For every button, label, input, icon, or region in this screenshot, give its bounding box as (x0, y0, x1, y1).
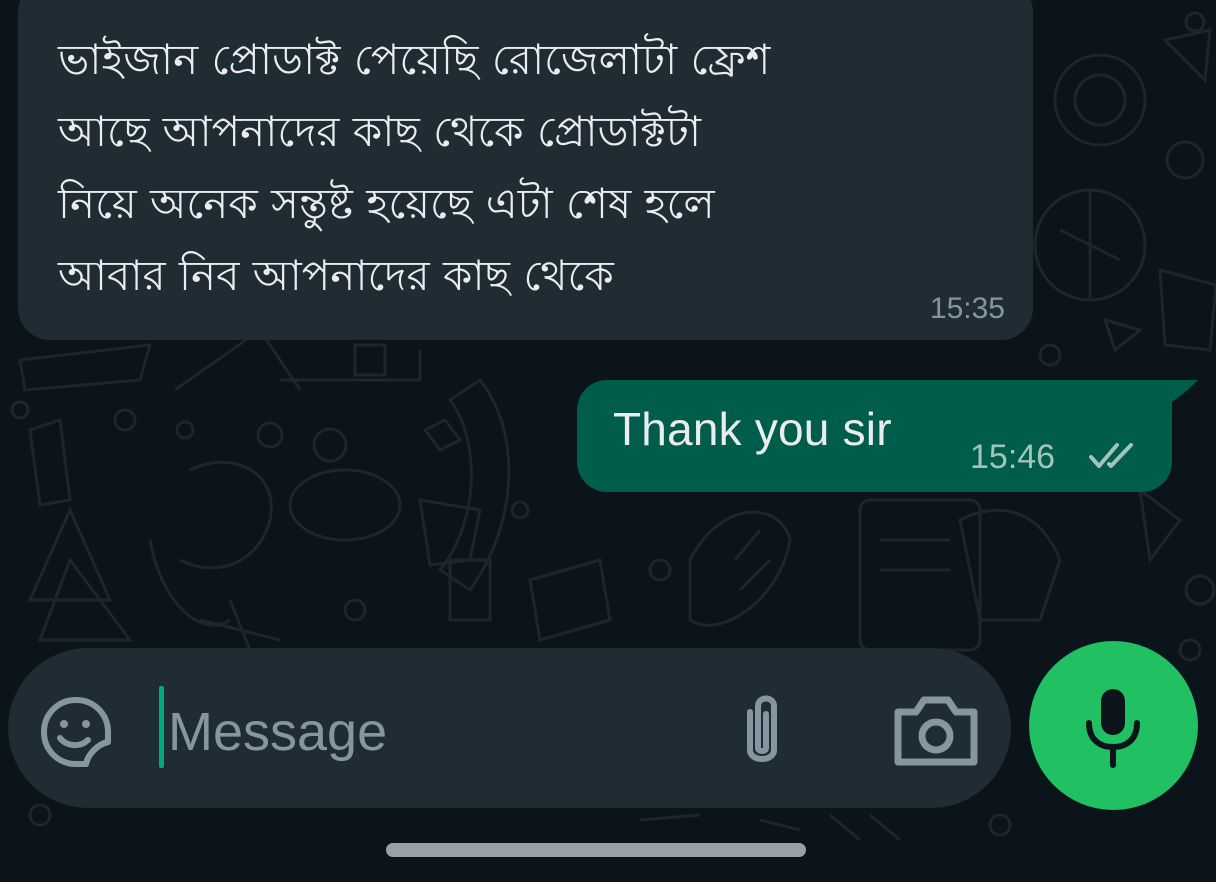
incoming-message-text: ভাইজান প্রোডাক্ট পেয়েছি রোজেলাটা ফ্রেশ … (58, 35, 771, 300)
sticker-emoji-icon[interactable] (38, 694, 114, 770)
paperclip-icon[interactable] (732, 690, 792, 774)
camera-icon[interactable] (892, 692, 980, 768)
voice-record-button[interactable] (1029, 641, 1198, 810)
outgoing-message-time: 15:46 (970, 438, 1056, 476)
chat-area[interactable]: ভাইজান প্রোডাক্ট পেয়েছি রোজেলাটা ফ্রেশ … (0, 0, 1216, 882)
double-check-read-icon (1089, 443, 1133, 468)
outgoing-message-text: Thank you sir (613, 403, 892, 455)
message-input[interactable] (168, 692, 668, 772)
microphone-icon (1086, 689, 1140, 768)
incoming-message-time: 15:35 (929, 292, 1005, 325)
outgoing-message-bubble[interactable]: Thank you sir 15:46 (577, 380, 1172, 492)
message-composer (8, 648, 1011, 808)
incoming-message-bubble[interactable]: ভাইজান প্রোডাক্ট পেয়েছি রোজেলাটা ফ্রেশ … (18, 0, 1033, 340)
text-cursor (159, 686, 164, 768)
home-indicator[interactable] (386, 843, 806, 857)
